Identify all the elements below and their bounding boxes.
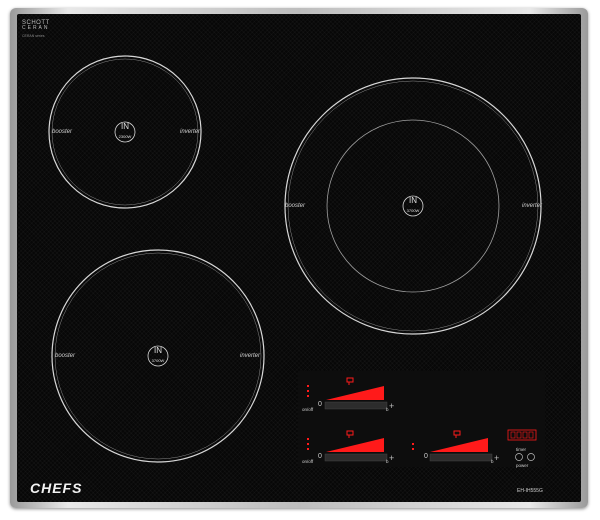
control-right-zero: 0 <box>424 453 428 460</box>
control-top-left-zero: 0 <box>318 401 322 408</box>
indicator-dot <box>412 448 414 450</box>
control-bottom-left-zero: 0 <box>318 453 322 460</box>
indicator-dot <box>307 385 309 387</box>
pan-symbol-icon <box>453 430 461 438</box>
indicator-dot <box>307 390 309 392</box>
timer-digit <box>522 431 528 439</box>
slider-segments[interactable] <box>429 453 493 462</box>
control-right-b: b <box>491 459 494 464</box>
lock-icon[interactable] <box>527 453 535 461</box>
control-bottom-left-word: on/off <box>302 459 314 464</box>
control-graphics <box>307 377 537 462</box>
model-number: EH-IH555G <box>517 488 543 494</box>
chefs-logo: CHEFS <box>30 480 83 496</box>
timer-display-box <box>507 429 537 441</box>
pan-symbol-icon <box>346 377 354 385</box>
indicator-dot <box>307 438 309 440</box>
power-word: power <box>516 463 529 468</box>
slider-segments[interactable] <box>324 401 388 410</box>
timer-digit <box>510 431 516 439</box>
control-top-left-plus[interactable]: + <box>389 401 394 411</box>
control-bottom-left-plus[interactable]: + <box>389 453 394 463</box>
indicator-dot <box>412 443 414 445</box>
control-bottom-left-b: b <box>386 459 389 464</box>
indicator-dot <box>307 448 309 450</box>
timer-digit <box>516 431 522 439</box>
power-icon[interactable] <box>515 453 523 461</box>
power-slider-ramp[interactable] <box>326 438 384 452</box>
power-slider-ramp[interactable] <box>326 386 384 400</box>
indicator-dot <box>307 443 309 445</box>
timer-display <box>507 429 537 461</box>
timer-digit <box>528 431 534 439</box>
control-right-plus[interactable]: + <box>494 453 499 463</box>
slider-segments[interactable] <box>324 453 388 462</box>
pan-symbol-icon <box>346 430 354 438</box>
control-top-left-b: b <box>386 407 389 412</box>
power-slider-ramp[interactable] <box>430 438 488 452</box>
timer-word: timer <box>516 447 526 452</box>
indicator-dot <box>307 395 309 397</box>
control-top-left-word: on/off <box>302 407 314 412</box>
